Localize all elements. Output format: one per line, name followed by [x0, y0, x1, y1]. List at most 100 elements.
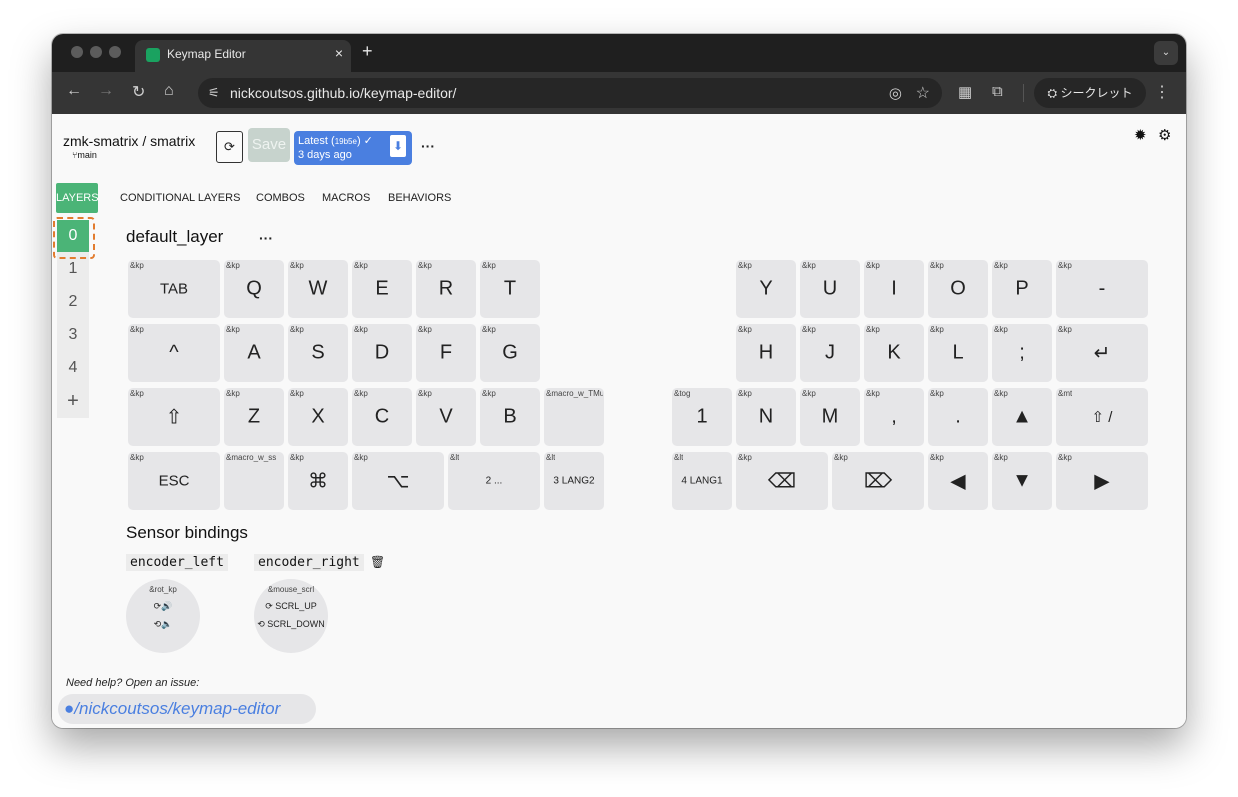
key[interactable]: &kp J	[800, 324, 860, 382]
layer-title[interactable]: default_layer	[126, 227, 223, 247]
address-bar[interactable]: ⚟ nickcoutsos.github.io/keymap-editor/ ◎…	[198, 78, 942, 108]
key[interactable]: &kp R	[416, 260, 476, 318]
reload-icon[interactable]: ↻	[132, 82, 145, 102]
key[interactable]: &kp,	[864, 388, 924, 446]
key[interactable]: &kp N	[736, 388, 796, 446]
encoder-left-knob[interactable]: &rot_kp ⟳🔊 ⟲🔈	[126, 579, 200, 653]
key[interactable]: &tog 1	[672, 388, 732, 446]
key[interactable]: &kp Z	[224, 388, 284, 446]
key[interactable]: &kp C	[352, 388, 412, 446]
key[interactable]: &kp D	[352, 324, 412, 382]
key[interactable]: &lt 3 LANG2	[544, 452, 604, 510]
tab-layers[interactable]: LAYERS	[56, 183, 99, 213]
home-icon[interactable]: ⌂	[164, 82, 174, 100]
latest-commit-button[interactable]: Latest (19b5e) ✓ 3 days ago ⬇	[294, 131, 412, 165]
key[interactable]: &kp ▼	[992, 452, 1052, 510]
key[interactable]: &lt 2 ...	[448, 452, 540, 510]
knob-up-binding[interactable]: ⟳🔊	[126, 601, 200, 612]
tab-macros[interactable]: MACROS	[322, 183, 370, 213]
maximize-window-button[interactable]	[109, 46, 121, 58]
key[interactable]: &kp ◀	[928, 452, 988, 510]
key[interactable]: &kp Q	[224, 260, 284, 318]
key[interactable]: &kp I	[864, 260, 924, 318]
key[interactable]: &macro_w_TMute	[544, 388, 604, 446]
key[interactable]: &kp ▲	[992, 388, 1052, 446]
layer-item-2[interactable]: 2	[57, 286, 89, 318]
key[interactable]: &kp TAB	[128, 260, 220, 318]
knob-up-binding[interactable]: ⟳ SCRL_UP	[254, 601, 328, 612]
save-button[interactable]: Save	[248, 128, 290, 162]
key[interactable]: &kp H	[736, 324, 796, 382]
github-link[interactable]: ●/nickcoutsos/keymap-editor	[58, 694, 316, 724]
key[interactable]: &kp ESC	[128, 452, 220, 510]
key[interactable]: &kp ↵	[1056, 324, 1148, 382]
key[interactable]: &kp F	[416, 324, 476, 382]
key[interactable]: &kp ^	[128, 324, 220, 382]
tab-close-button[interactable]: ×	[335, 45, 343, 61]
tab-combos[interactable]: COMBOS	[256, 183, 305, 213]
tab-search-button[interactable]: ⌄	[1154, 41, 1178, 65]
new-tab-button[interactable]: +	[362, 41, 373, 62]
key[interactable]: &kp V	[416, 388, 476, 446]
back-icon[interactable]: ←	[66, 82, 82, 100]
key[interactable]: &kp L	[928, 324, 988, 382]
key[interactable]: &kp U	[800, 260, 860, 318]
repo-name[interactable]: zmk-smatrix / smatrix	[63, 133, 195, 149]
key[interactable]: &mt ⇧ /	[1056, 388, 1148, 446]
key[interactable]: &kp M	[800, 388, 860, 446]
header-more-menu[interactable]: ···	[421, 138, 435, 154]
close-window-button[interactable]	[71, 46, 83, 58]
key[interactable]: &kp;	[992, 324, 1052, 382]
key[interactable]: &kp T	[480, 260, 540, 318]
browser-menu-icon[interactable]: ⋮	[1154, 82, 1170, 102]
encoder-right-knob[interactable]: &mouse_scrl ⟳ SCRL_UP ⟲ SCRL_DOWN	[254, 579, 328, 653]
layer-item-1[interactable]: 1	[57, 253, 89, 285]
key[interactable]: &kp O	[928, 260, 988, 318]
qr-code-icon[interactable]: ▦	[958, 83, 972, 101]
layer-item-4[interactable]: 4	[57, 352, 89, 384]
key[interactable]: &kp B	[480, 388, 540, 446]
key[interactable]: &kp ⌥	[352, 452, 444, 510]
layer-item-3[interactable]: 3	[57, 319, 89, 351]
key[interactable]: &kp X	[288, 388, 348, 446]
key[interactable]: &kp E	[352, 260, 412, 318]
github-link-text[interactable]: /nickcoutsos/keymap-editor	[74, 699, 280, 718]
settings-gear-icon[interactable]: ⚙	[1158, 126, 1171, 144]
bookmark-star-icon[interactable]: ☆	[916, 83, 930, 103]
key[interactable]: &kp A	[224, 324, 284, 382]
knob-down-binding[interactable]: ⟲🔈	[126, 619, 200, 630]
branch-selector[interactable]: ⑂main	[72, 150, 97, 160]
forward-icon[interactable]: →	[98, 82, 114, 100]
key[interactable]: &kp P	[992, 260, 1052, 318]
tracking-eye-icon[interactable]: ◎	[889, 84, 902, 102]
key-label: -	[1098, 277, 1106, 300]
tab-behaviors[interactable]: BEHAVIORS	[388, 183, 451, 213]
url-text[interactable]: nickcoutsos.github.io/keymap-editor/	[230, 85, 456, 101]
trash-icon[interactable]: 🗑	[370, 555, 385, 569]
key[interactable]: &kp K	[864, 324, 924, 382]
add-layer-button[interactable]: +	[57, 385, 89, 417]
key[interactable]: &kp S	[288, 324, 348, 382]
site-info-icon[interactable]: ⚟	[208, 85, 220, 101]
key[interactable]: &kp.	[928, 388, 988, 446]
layer-more-menu[interactable]: ···	[259, 230, 273, 246]
key[interactable]: &kp ⌘	[288, 452, 348, 510]
key[interactable]: &kp ⌫	[736, 452, 828, 510]
knob-down-binding[interactable]: ⟲ SCRL_DOWN	[254, 619, 328, 630]
key[interactable]: &lt 4 LANG1	[672, 452, 732, 510]
minimize-window-button[interactable]	[90, 46, 102, 58]
tab-conditional-layers[interactable]: CONDITIONAL LAYERS	[120, 183, 240, 213]
key[interactable]: &kp -	[1056, 260, 1148, 318]
key[interactable]: &kp ▶	[1056, 452, 1148, 510]
key[interactable]: &kp ⌦	[832, 452, 924, 510]
key[interactable]: &kp Y	[736, 260, 796, 318]
key[interactable]: &macro_w_ss	[224, 452, 284, 510]
incognito-badge[interactable]: ⛭ シークレット	[1034, 78, 1146, 108]
browser-tab[interactable]: Keymap Editor ×	[135, 40, 351, 72]
key[interactable]: &kp W	[288, 260, 348, 318]
sync-icon[interactable]: ⟳	[216, 131, 243, 163]
extensions-icon[interactable]: ⧉	[992, 83, 1003, 100]
bug-report-icon[interactable]: ✹	[1134, 126, 1147, 144]
key[interactable]: &kp G	[480, 324, 540, 382]
key[interactable]: &kp ⇧	[128, 388, 220, 446]
